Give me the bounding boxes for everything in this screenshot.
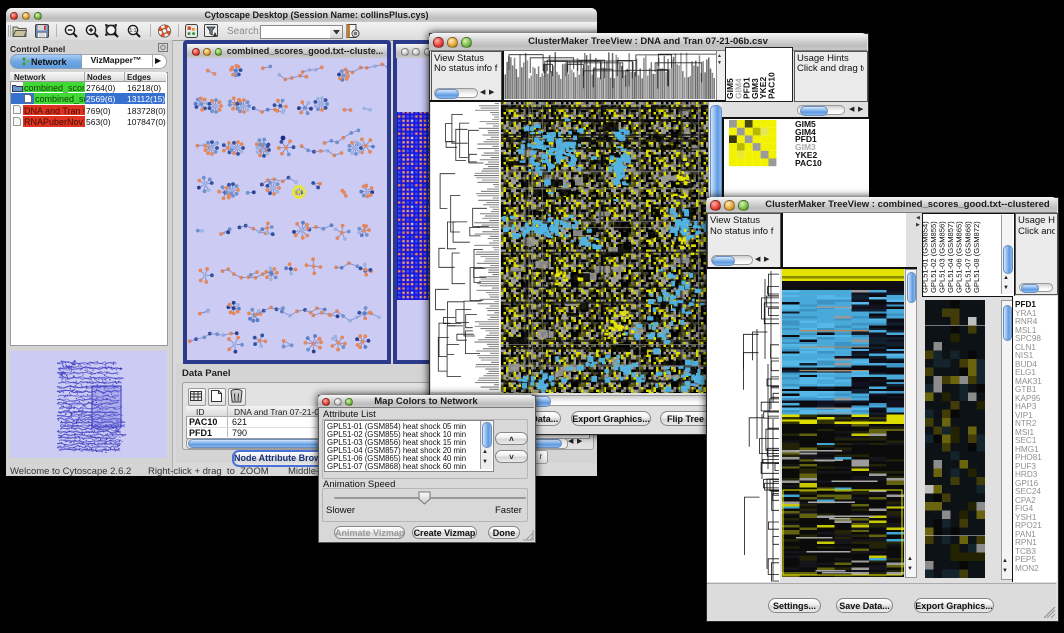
svg-text:GPL51-08 (GSM872): GPL51-08 (GSM872) [972, 221, 981, 293]
svg-text:PAC10: PAC10 [767, 72, 777, 99]
svg-text:1:1: 1:1 [130, 28, 137, 34]
